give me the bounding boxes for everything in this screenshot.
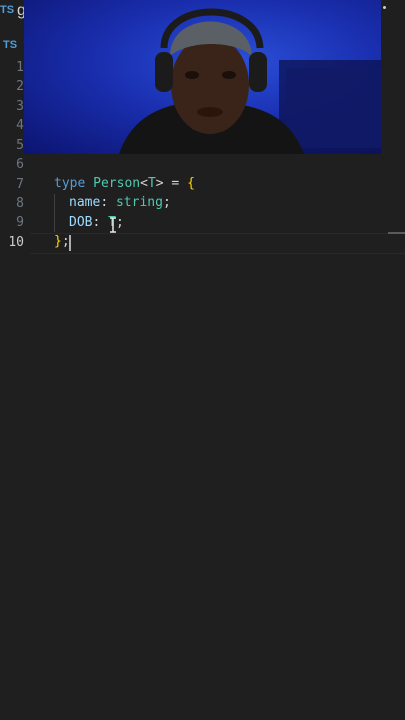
- mouse-ibeam-icon: [110, 217, 116, 233]
- code-line-7: type Person<T> = {: [54, 174, 195, 193]
- line-number: 6: [16, 157, 24, 172]
- line-number: 3: [16, 99, 24, 114]
- indent-guide: [54, 194, 55, 232]
- typescript-file-icon: TS: [0, 4, 15, 16]
- colon: :: [100, 195, 116, 210]
- line-number: 2: [16, 79, 24, 94]
- line-number-active: 10: [8, 235, 24, 250]
- code-line-10: };: [54, 232, 70, 251]
- text-cursor: [69, 235, 71, 251]
- presenter-video: [119, 8, 381, 154]
- webcam-overlay: [24, 0, 381, 154]
- semicolon: ;: [162, 195, 171, 210]
- line-number: 5: [16, 138, 24, 153]
- type-name: Person: [93, 176, 141, 191]
- breadcrumb-typescript-icon[interactable]: TS: [3, 39, 17, 51]
- type-param: T: [147, 176, 156, 191]
- scrollbar-marker[interactable]: [388, 232, 405, 234]
- brace-close: }: [54, 234, 62, 249]
- line-number: 7: [16, 177, 24, 192]
- keyword-type: type: [54, 176, 86, 191]
- line-number: 1: [16, 60, 24, 75]
- line-number: 4: [16, 118, 24, 133]
- current-line-highlight: [30, 233, 405, 254]
- brace-open: {: [187, 176, 195, 191]
- equals: =: [163, 176, 188, 191]
- angle-open: <: [140, 176, 148, 191]
- more-actions-icon[interactable]: [383, 6, 386, 9]
- colon: :: [92, 215, 109, 230]
- property-dob: DOB: [69, 215, 93, 230]
- angle-close: >: [155, 176, 164, 191]
- code-line-8: name: string;: [69, 193, 171, 212]
- line-number: 8: [16, 196, 24, 211]
- type-string: string: [115, 195, 163, 210]
- line-number: 9: [16, 215, 24, 230]
- property-name: name: [69, 195, 101, 210]
